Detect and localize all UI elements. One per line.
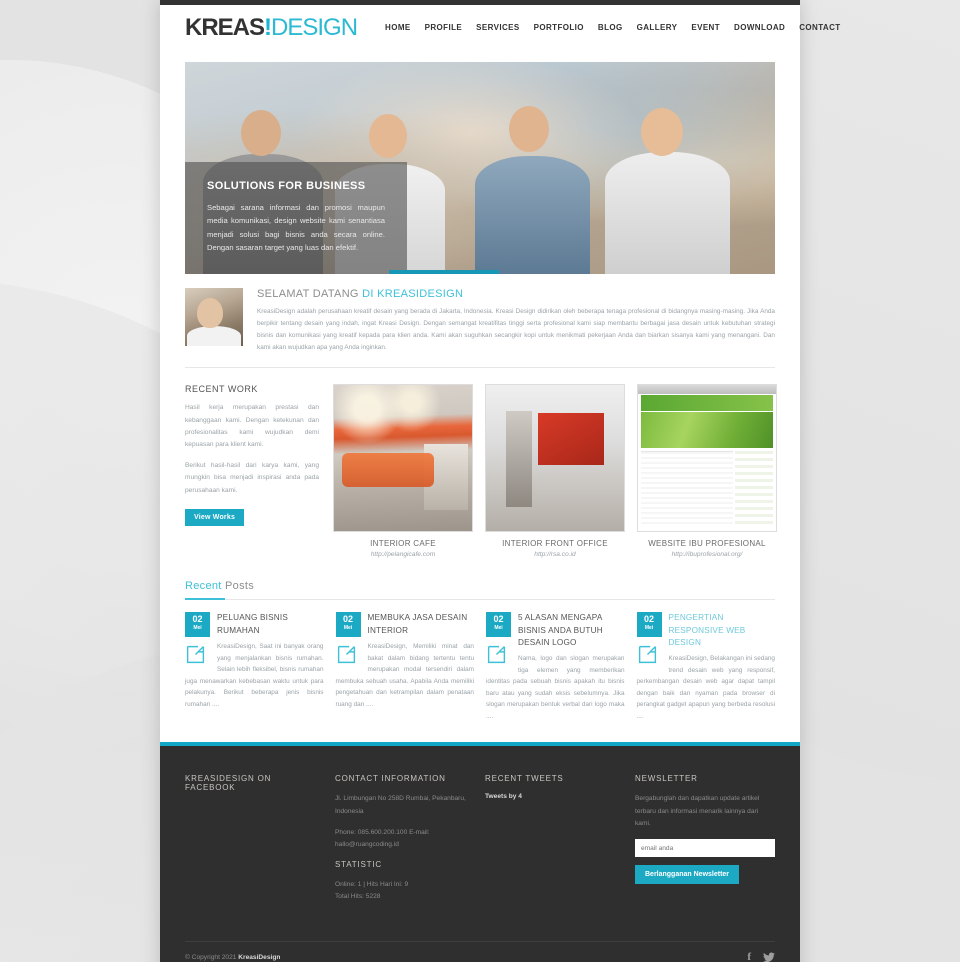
footer-tweets-heading: RECENT TWEETS: [485, 774, 564, 784]
post-day: 02: [493, 614, 504, 625]
nav-item-portfolio[interactable]: PORTFOLIO: [534, 23, 584, 32]
post-card[interactable]: 02 Mei 5 ALASAN MENGAPA BISNIS ANDA BUTU…: [486, 612, 625, 722]
welcome-title-gray: SELAMAT DATANG: [257, 288, 363, 300]
portfolio-thumbnail-front-office[interactable]: [485, 384, 625, 533]
portfolio-thumbnail-interior-cafe[interactable]: [333, 384, 473, 533]
recent-work-items: INTERIOR CAFE http://pelangicafe.com INT…: [333, 384, 777, 558]
edit-post-icon: [486, 644, 507, 665]
post-date-badge: 02 Mei: [335, 612, 361, 638]
post-date-badge: 02 Mei: [486, 612, 511, 638]
hero-slider[interactable]: SOLUTIONS FOR BUSINESS Sebagai sarana in…: [185, 62, 775, 274]
twitter-icon[interactable]: [763, 952, 775, 962]
footer-facebook-heading: KREASIDESIGN ON FACEBOOK: [185, 774, 272, 793]
copyright-prefix: © Copyright 2021: [185, 953, 239, 961]
hero-caption: SOLUTIONS FOR BUSINESS Sebagai sarana in…: [185, 162, 407, 274]
newsletter-subscribe-button[interactable]: Berlangganan Newsletter: [635, 865, 740, 885]
nav-item-download[interactable]: DOWNLOAD: [734, 23, 785, 32]
portfolio-url[interactable]: http://pelangicafe.com: [333, 551, 473, 558]
post-date-badge: 02 Mei: [185, 612, 210, 638]
nav-item-profile[interactable]: PROFILE: [425, 23, 462, 32]
copyright-brand: KreasiDesign: [238, 953, 281, 961]
footer-phone-email: Phone: 085.600.200.100 E-mail: hallo@rua…: [335, 828, 430, 849]
portfolio-title: INTERIOR FRONT OFFICE: [502, 539, 608, 549]
recent-work-section: RECENT WORK Hasil kerja merupakan presta…: [185, 384, 777, 558]
footer-stat-line-2: Total Hits: 5228: [335, 893, 381, 901]
post-day: 02: [643, 614, 654, 625]
portfolio-item[interactable]: WEBSITE IBU PROFESIONAL http://ibuprofes…: [637, 384, 777, 558]
footer-column-newsletter: NEWSLETTER Bergabunglah dan dapatkan upd…: [635, 774, 775, 912]
recent-posts-heading: Recent Posts: [185, 580, 775, 592]
copyright-text: © Copyright 2021 KreasiDesign: [185, 954, 280, 961]
site-logo[interactable]: KREAS!DESIGN: [185, 13, 358, 41]
nav-item-blog[interactable]: BLOG: [598, 23, 623, 32]
nav-item-services[interactable]: SERVICES: [476, 23, 520, 32]
post-card[interactable]: 02 Mei PELUANG BISNIS RUMAHAN KreasiDesi…: [185, 612, 324, 722]
post-month: Mei: [343, 625, 353, 632]
footer-bottom-bar: © Copyright 2021 KreasiDesign f: [185, 940, 775, 962]
post-month: Mei: [494, 625, 503, 632]
portfolio-title: WEBSITE IBU PROFESIONAL: [648, 539, 766, 549]
recent-work-paragraph-1: Hasil kerja merupakan prestasi dan keban…: [185, 404, 319, 448]
recent-posts-heading-gray: Posts: [225, 580, 255, 593]
post-month: Mei: [193, 625, 202, 632]
post-card[interactable]: 02 Mei PENGERTIAN RESPONSIVE WEB DESIGN …: [636, 612, 775, 722]
portfolio-thumbnail-website[interactable]: [637, 384, 777, 533]
welcome-body-text: KreasiDesign adalah perusahaan kreatif d…: [257, 308, 775, 351]
recent-posts-header: Recent Posts: [185, 580, 775, 601]
portfolio-title: INTERIOR CAFE: [370, 539, 436, 549]
footer-address: Jl. Limbungan No 258D Rumbai, Pekanbaru,…: [335, 795, 466, 815]
footer-statistic-heading: STATISTIC: [335, 860, 382, 870]
nav-item-gallery[interactable]: GALLERY: [637, 23, 678, 32]
footer-column-contact: CONTACT INFORMATION Jl. Limbungan No 258…: [335, 774, 471, 912]
recent-work-paragraph-2: Berikut hasil-hasil dari karya kami, yan…: [185, 462, 319, 494]
recent-work-heading: RECENT WORK: [185, 384, 258, 395]
portfolio-url[interactable]: http://rsa.co.id: [485, 551, 625, 558]
hero-progress-bar[interactable]: [389, 270, 499, 274]
site-footer: KREASIDESIGN ON FACEBOOK CONTACT INFORMA…: [160, 746, 800, 962]
welcome-title-teal: DI KREASIDESIGN: [362, 288, 464, 300]
welcome-thumbnail: [185, 288, 243, 346]
nav-item-home[interactable]: HOME: [385, 23, 411, 32]
hero-title: SOLUTIONS FOR BUSINESS: [207, 180, 366, 192]
welcome-title: SELAMAT DATANG DI KREASIDESIGN: [257, 288, 775, 300]
main-navigation: HOME PROFILE SERVICES PORTFOLIO BLOG GAL…: [385, 23, 841, 32]
edit-post-icon: [185, 644, 206, 665]
footer-social-links: f: [747, 951, 775, 962]
post-month: Mei: [644, 625, 654, 632]
post-card[interactable]: 02 Mei MEMBUKA JASA DESAIN INTERIOR Krea…: [335, 612, 474, 722]
post-day: 02: [342, 614, 353, 625]
welcome-section: SELAMAT DATANG DI KREASIDESIGN KreasiDes…: [185, 288, 775, 369]
footer-stat-line-1: Online: 1 | Hits Hari Ini: 9: [335, 881, 409, 889]
footer-column-facebook: KREASIDESIGN ON FACEBOOK: [185, 774, 321, 912]
view-works-button[interactable]: View Works: [185, 508, 245, 526]
nav-item-contact[interactable]: CONTACT: [799, 23, 840, 32]
nav-item-event[interactable]: EVENT: [691, 23, 720, 32]
logo-part-one: KREAS: [185, 13, 265, 41]
post-date-badge: 02 Mei: [636, 612, 662, 638]
post-day: 02: [192, 614, 203, 625]
site-page: KREAS!DESIGN HOME PROFILE SERVICES PORTF…: [160, 0, 840, 962]
logo-exclamation: !: [264, 13, 272, 41]
hero-text: Sebagai sarana informasi dan promosi mau…: [207, 203, 385, 252]
newsletter-email-input[interactable]: [635, 839, 775, 858]
edit-post-icon: [336, 644, 357, 665]
logo-part-two: DESIGN: [271, 13, 358, 41]
recent-posts-heading-teal: Recent: [185, 580, 226, 593]
portfolio-url[interactable]: http://ibuprofesional.org/: [637, 551, 777, 558]
footer-newsletter-text: Bergabunglah dan dapatkan update artikel…: [635, 795, 760, 827]
site-header: KREAS!DESIGN HOME PROFILE SERVICES PORTF…: [160, 5, 840, 50]
recent-posts-list: 02 Mei PELUANG BISNIS RUMAHAN KreasiDesi…: [185, 612, 775, 722]
portfolio-item[interactable]: INTERIOR CAFE http://pelangicafe.com: [333, 384, 473, 558]
footer-column-tweets: RECENT TWEETS Tweets by 4: [485, 774, 621, 912]
edit-post-icon: [637, 644, 658, 665]
tweets-by-link[interactable]: Tweets by 4: [485, 793, 621, 800]
portfolio-item[interactable]: INTERIOR FRONT OFFICE http://rsa.co.id: [485, 384, 625, 558]
footer-newsletter-heading: NEWSLETTER: [635, 774, 698, 784]
footer-contact-heading: CONTACT INFORMATION: [335, 774, 446, 784]
facebook-icon[interactable]: f: [747, 951, 751, 962]
recent-work-intro: RECENT WORK Hasil kerja merupakan presta…: [185, 384, 319, 558]
